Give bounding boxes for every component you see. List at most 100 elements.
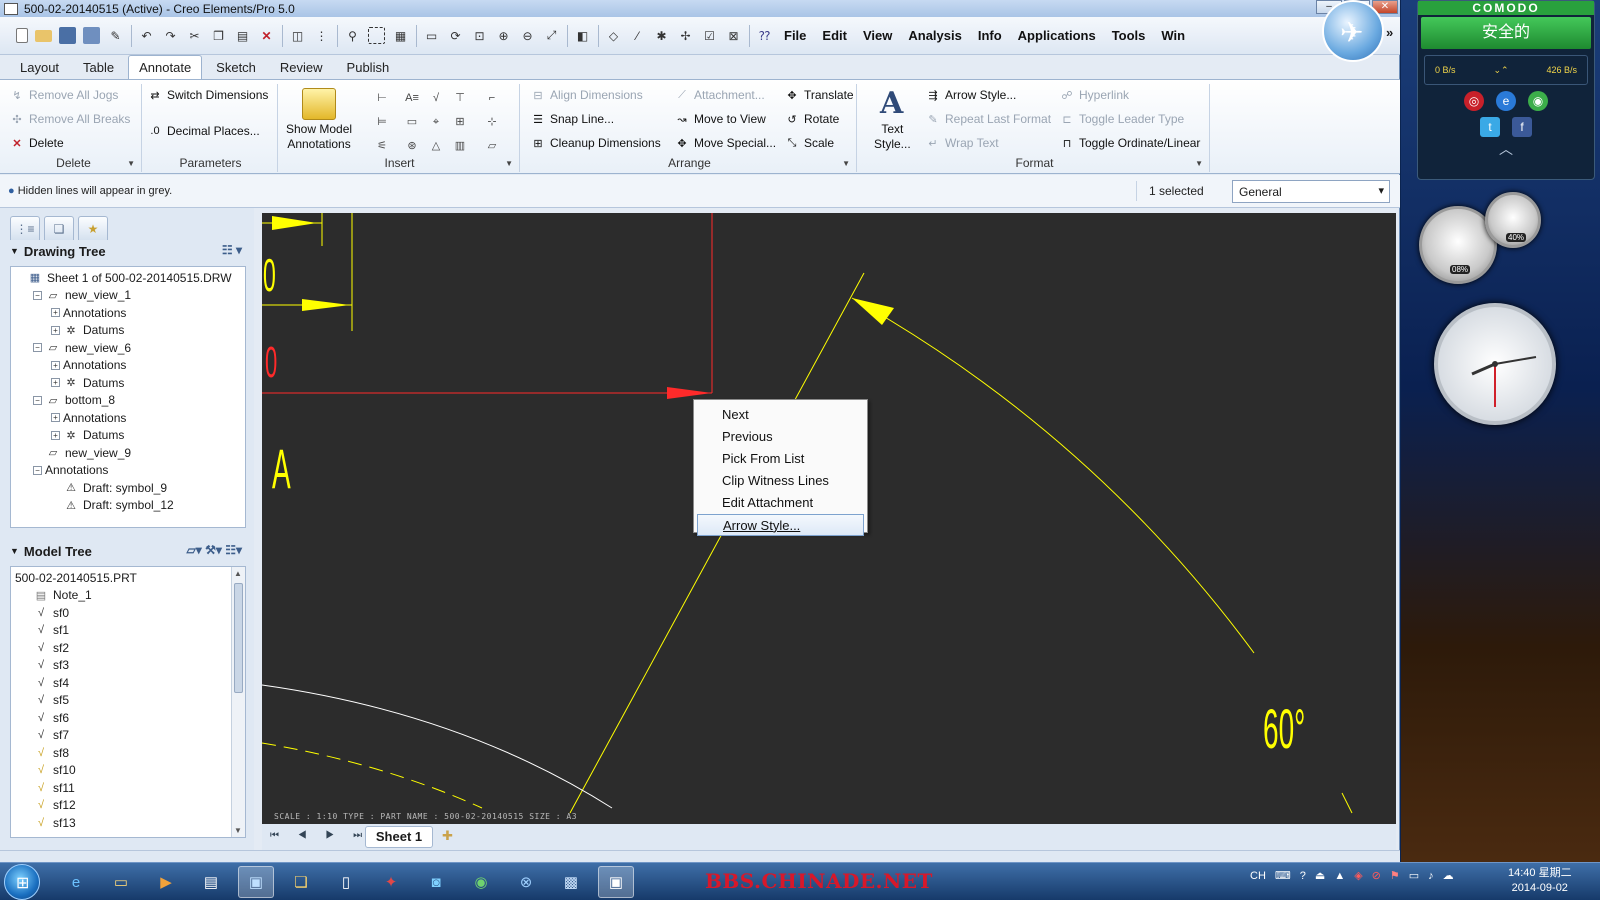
cleanup-dimensions-button[interactable]: ⊞ Cleanup Dimensions [531,136,660,150]
tree-row[interactable]: ▦ Sheet 1 of 500-02-20140515.DRW [11,269,245,287]
menu-applications[interactable]: Applications [1018,28,1096,43]
drawing-tree-header[interactable]: ▼ Drawing Tree ☷ ▾ [10,240,246,262]
undo-icon[interactable]: ↶ [138,27,155,44]
ordinate-icon[interactable]: ⊤ [452,90,468,106]
tree-row[interactable]: ⚠ Draft: symbol_12 [11,497,245,515]
collapse-triangle-icon[interactable]: ▼ [10,246,19,256]
tree-row[interactable]: √ sf13 [11,814,245,832]
select-box-icon[interactable] [368,27,385,44]
ie-taskbar-icon[interactable]: e [58,866,94,898]
dimension-icon[interactable]: ⊢ [374,90,390,106]
bird-app-taskbar-icon[interactable]: ✦ [373,866,409,898]
network-tray-icon[interactable]: ▭ [1409,869,1419,882]
ime-indicator[interactable]: CH [1250,870,1266,882]
refit-icon[interactable]: ⤢ [543,27,560,44]
menu-item-clip-witness-lines[interactable]: Clip Witness Lines [694,470,867,492]
translate-button[interactable]: ✥ Translate [785,88,853,102]
tree-row[interactable]: ▱ new_view_9 [11,444,245,462]
redo-icon[interactable]: ↷ [162,27,179,44]
hyperlink-button[interactable]: ☍ Hyperlink [1060,88,1129,102]
layer-icon[interactable]: ◫ [289,27,306,44]
favorites-tab-icon[interactable]: ★ [78,216,108,240]
menu-item-pick-from-list[interactable]: Pick From List [694,448,867,470]
annotation-display-icon[interactable]: ☑ [701,27,718,44]
tree-row[interactable]: + Annotations [11,304,245,322]
tab-annotate[interactable]: Annotate [128,55,203,79]
show-hidden-icons[interactable]: ▲ [1334,870,1345,882]
start-button[interactable]: ⊞ [4,864,40,900]
angle-arrow-head[interactable] [852,298,894,325]
leader-icon[interactable]: ⌐ [484,90,500,106]
tree-row[interactable]: √ sf8 [11,744,245,762]
expand-icon[interactable]: + [51,430,60,440]
remove-all-breaks-button[interactable]: ✣ Remove All Breaks [10,112,130,126]
folder-browser-tab-icon[interactable]: ❏ [44,216,74,240]
surface-finish-icon[interactable]: √ [428,90,444,106]
tree-row[interactable]: + Annotations [11,409,245,427]
document-taskbar-icon[interactable]: ▯ [328,866,364,898]
help-icon[interactable]: ? [1300,870,1306,882]
tab-layout[interactable]: Layout [10,56,69,79]
display-style-icon[interactable]: ◧ [574,27,591,44]
menu-info[interactable]: Info [978,28,1002,43]
collapse-triangle-icon[interactable]: ▼ [10,546,19,556]
tree-row[interactable]: − ▱ bottom_8 [11,392,245,410]
flag-icon[interactable]: ⚑ [1390,869,1400,882]
symbol-icon[interactable]: ⚟ [374,138,390,154]
cut-icon[interactable]: ✂ [186,27,203,44]
group-expand-icon[interactable]: ▼ [1195,159,1203,168]
delete-button[interactable]: ✕ Delete [10,136,63,150]
zoom-box-icon[interactable]: ⊡ [471,27,488,44]
datum-plane-icon[interactable]: ◇ [605,27,622,44]
model-tree-tools-icon[interactable]: ▱▾ ⚒▾ ☷▾ [187,543,242,557]
save-as-icon[interactable] [83,27,100,44]
explorer-taskbar-icon[interactable]: ▭ [103,866,139,898]
decimal-places-button[interactable]: .0 Decimal Places... [148,124,259,138]
toggle-ordinate-linear-button[interactable]: ⊓ Toggle Ordinate/Linear [1060,136,1201,150]
network-taskbar-icon[interactable]: ⊗ [508,866,544,898]
sheet-tab-1[interactable]: Sheet 1 [365,826,433,848]
tree-row[interactable]: + ✲ Datums [11,374,245,392]
tree-row[interactable]: √ sf6 [11,709,245,727]
selection-filter-dropdown[interactable]: General [1232,180,1390,203]
dimension-text-zero[interactable]: 0 [263,249,276,301]
toggle-leader-type-button[interactable]: ⊏ Toggle Leader Type [1060,112,1184,126]
model-tree-tab-icon[interactable]: ⋮≡ [10,216,40,240]
paste-icon[interactable]: ▤ [234,27,251,44]
wrap-text-button[interactable]: ↵ Wrap Text [926,136,998,150]
menu-view[interactable]: View [863,28,892,43]
tree-row[interactable]: ▤ Note_1 [11,587,245,605]
expand-icon[interactable]: + [51,308,60,318]
window-taskbar-icon[interactable]: ▣ [598,866,634,898]
menu-file[interactable]: File [784,28,806,43]
angle-dimension-text[interactable]: 60° [1263,699,1305,761]
comodo-status[interactable]: 安全的 [1421,17,1591,49]
folders-taskbar-icon[interactable]: ❏ [283,866,319,898]
angle-dimension-arc[interactable] [851,297,1255,654]
taskbar-clock[interactable]: 14:40 星期二 2014-09-02 [1508,866,1572,896]
regenerate-icon[interactable]: ✎ [107,27,124,44]
close-window-icon[interactable]: ⊠ [725,27,742,44]
twitter-icon[interactable]: t [1480,117,1500,137]
cloud-icon[interactable]: ☁ [1443,869,1454,882]
menu-window[interactable]: Win [1161,28,1185,43]
basic-dimension-icon[interactable]: ▭ [404,114,420,130]
repaint-icon[interactable]: ⟳ [447,27,464,44]
tab-publish[interactable]: Publish [337,56,400,79]
snap-line-button[interactable]: ☰ Snap Line... [531,112,614,126]
ie-icon[interactable]: e [1496,91,1516,111]
expand-icon[interactable]: + [51,360,60,370]
antivirus-icon[interactable]: ◈ [1354,869,1362,882]
menu-item-previous[interactable]: Previous [694,426,867,448]
keyboard-icon[interactable]: ⌨ [1275,869,1291,882]
group-expand-icon[interactable]: ▼ [505,159,513,168]
datum-feature-icon[interactable]: ⊞ [452,114,468,130]
usb-icon[interactable]: ⏏ [1315,869,1325,882]
remove-all-jogs-button[interactable]: ↯ Remove All Jogs [10,88,118,102]
tree-row[interactable]: √ sf1 [11,622,245,640]
more-menus-button[interactable]: » [1386,25,1393,40]
scale-button[interactable]: ⤡ Scale [785,136,834,150]
tree-row[interactable]: − ▱ new_view_1 [11,287,245,305]
tree-row[interactable]: + ✲ Datums [11,322,245,340]
tree-row[interactable]: ⚠ Draft: symbol_9 [11,479,245,497]
